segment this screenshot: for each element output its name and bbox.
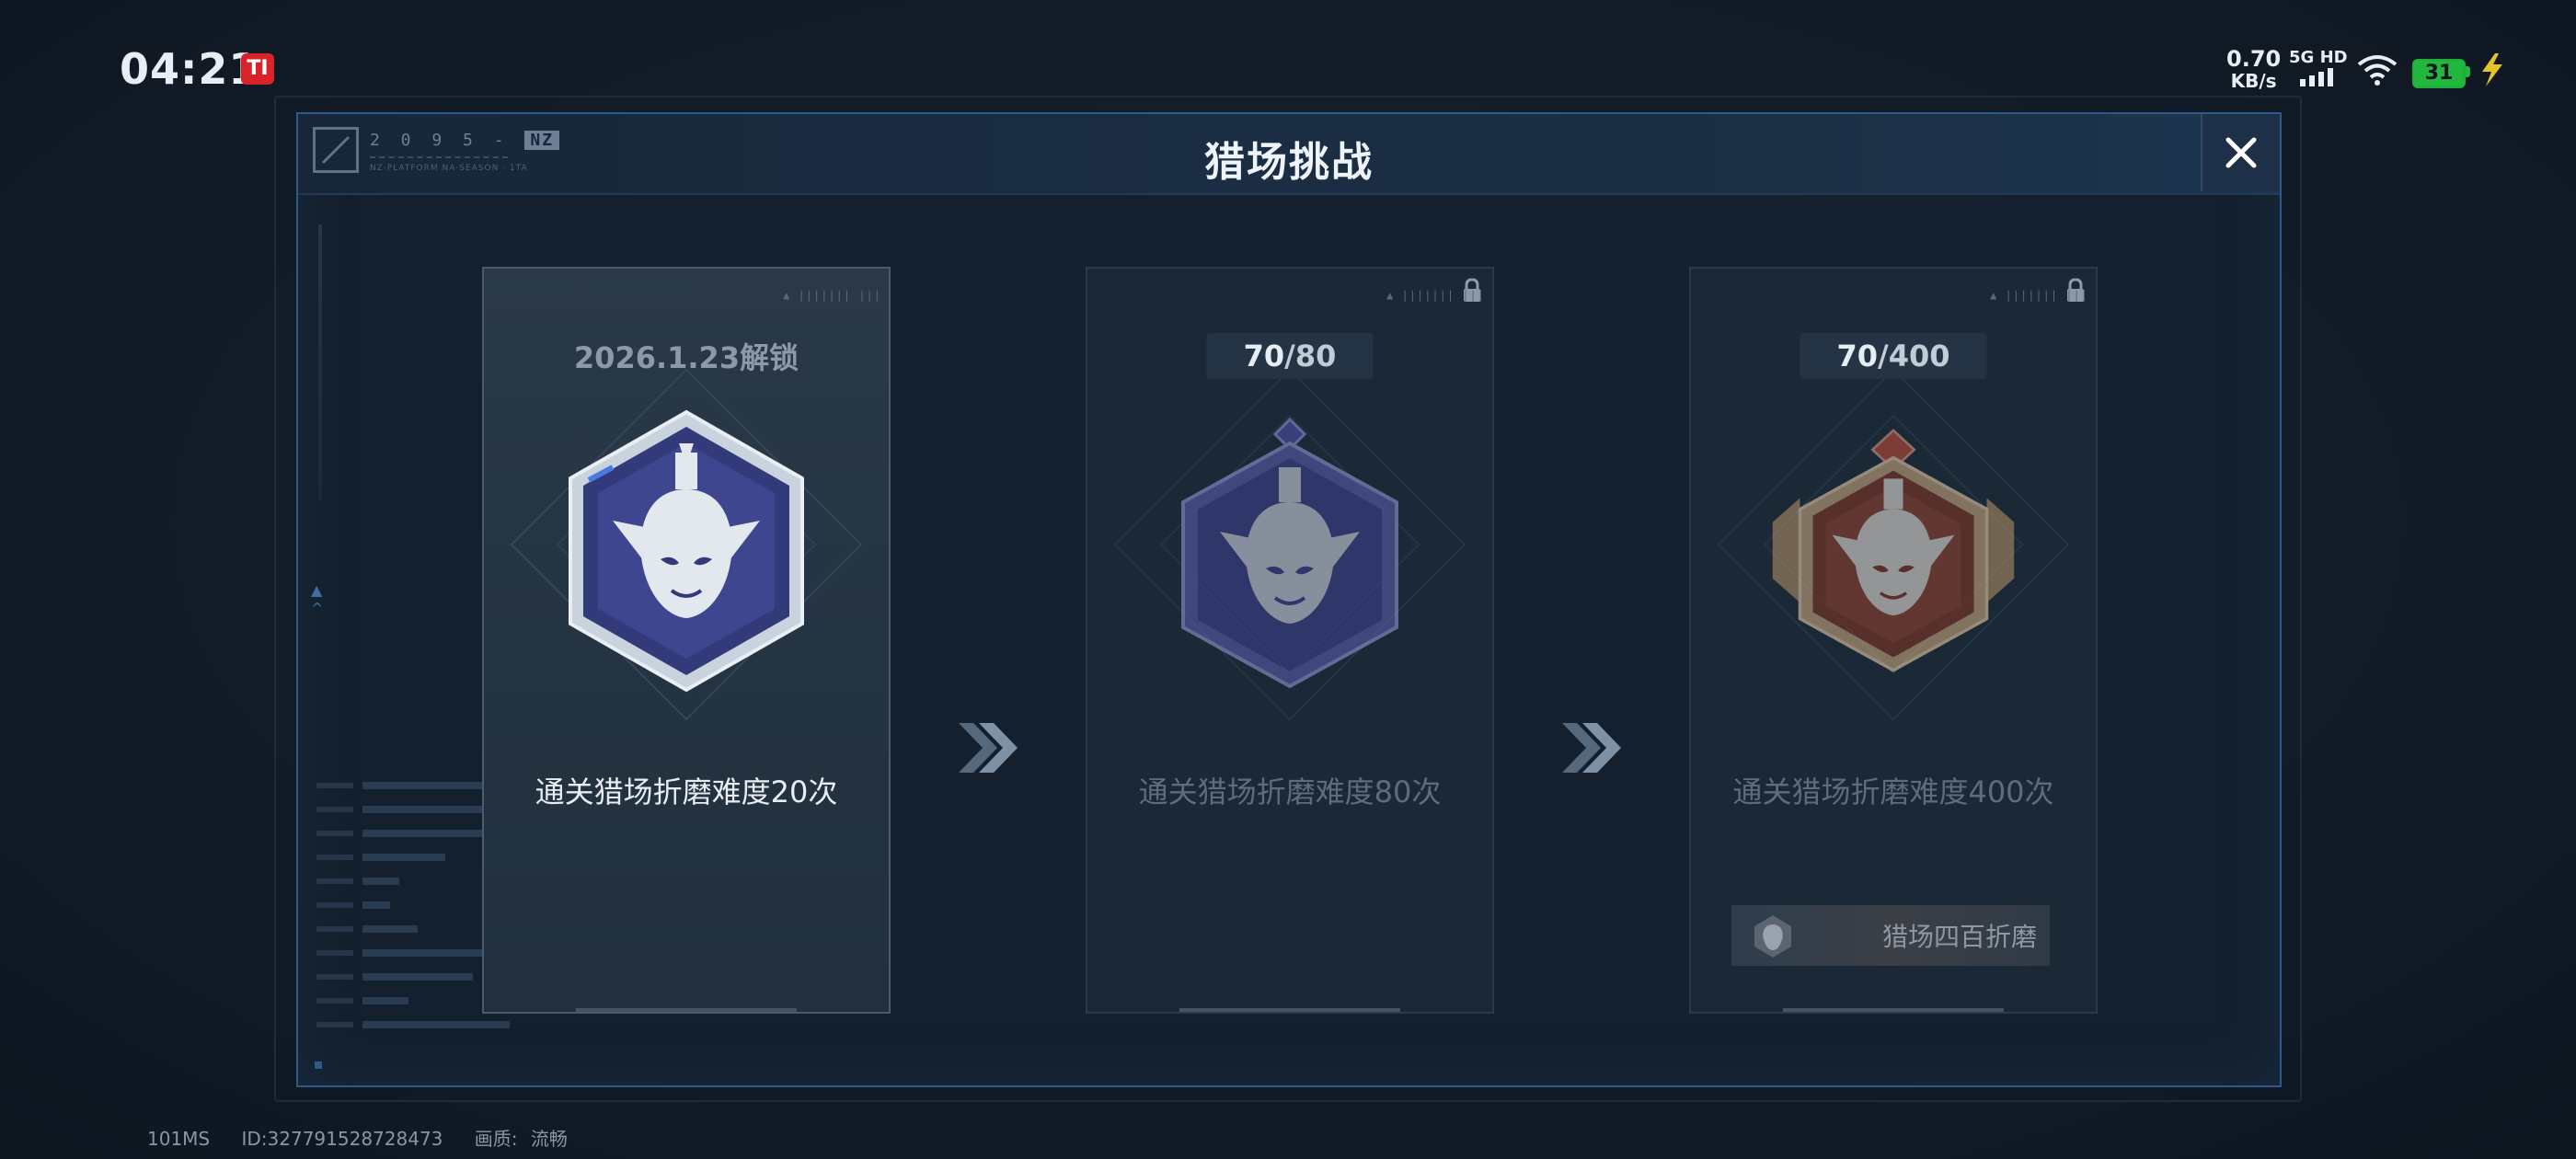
reward-label: 猎场四百折磨: [1881, 922, 2037, 952]
wifi-icon: [2357, 55, 2398, 86]
side-deco-square: [315, 1061, 322, 1069]
progress-current: 70: [1836, 339, 1879, 373]
progress-current: 70: [1243, 339, 1285, 373]
progress-total: /80: [1284, 339, 1337, 373]
chevron-right-icon: [959, 723, 1018, 773]
hunter-badge-bronze-icon: [1772, 429, 2015, 672]
player-id: ID:327791528728473: [241, 1128, 443, 1150]
card-tag: ▲ ||||||| |||: [1386, 289, 1485, 302]
footer-info: 101MS ID:327791528728473 画质: 流畅: [147, 1124, 593, 1151]
card-description: 通关猎场折磨难度20次: [535, 775, 838, 809]
network-speed: 0.70 KB/s: [2226, 48, 2281, 92]
quality-value: 流畅: [530, 1128, 568, 1150]
panel-header: 2 0 9 5 - NZ NZ·PLATFORM NA·SEASON · 1TA…: [298, 114, 2280, 195]
card-bottom-bar: [1179, 1008, 1400, 1012]
hunt-challenge-panel: 2 0 9 5 - NZ NZ·PLATFORM NA·SEASON · 1TA…: [296, 112, 2282, 1087]
reward-thumb-icon: [1731, 905, 1814, 966]
battery-indicator: 31: [2412, 59, 2466, 88]
card-bottom-bar: [576, 1008, 797, 1012]
side-deco-line: [318, 224, 322, 500]
tier-card-1[interactable]: ▲ ||||||| ||| 2026.1.23解锁 通关猎场折磨难度20次: [482, 267, 891, 1014]
status-time: 04:21: [120, 44, 259, 94]
battery-tip: [2466, 66, 2470, 77]
side-deco-arrows: ▲ ^: [311, 581, 324, 617]
unlock-date: 2026.1.23解锁: [573, 340, 799, 375]
charging-bolt-icon: [2482, 53, 2502, 86]
hunter-badge-icon: [569, 409, 804, 693]
page-title: 猎场挑战: [1204, 139, 1374, 186]
signal-icon: [2300, 68, 2333, 86]
progress-total: /400: [1878, 339, 1950, 373]
reward-title-banner[interactable]: 猎场四百折磨: [1731, 905, 2050, 966]
app-notification-icon: TI: [241, 53, 274, 85]
hunter-badge-icon: [1181, 417, 1398, 689]
card-description: 通关猎场折磨难度80次: [1138, 775, 1442, 809]
tier-card-3[interactable]: ▲ ||||||| ||| 70/400 通关猎场折磨难度400次 猎场四百折磨: [1689, 267, 2098, 1014]
network-type: 5G HD: [2289, 48, 2348, 67]
progress-counter: 70/80: [1206, 333, 1374, 379]
network-speed-value: 0.70: [2226, 46, 2282, 72]
chevron-right-icon: [1562, 723, 1621, 773]
quality-label: 画质:: [474, 1128, 518, 1150]
close-button[interactable]: [2201, 114, 2280, 191]
card-tag: ▲ ||||||| |||: [1990, 289, 2088, 302]
card-bottom-bar: [1783, 1008, 2004, 1012]
latency-readout: 101MS: [147, 1128, 211, 1150]
close-icon: [2225, 137, 2257, 168]
card-description: 通关猎场折磨难度400次: [1732, 775, 2054, 809]
tier-card-2[interactable]: ▲ ||||||| ||| 70/80 通关猎场折磨难度80次: [1086, 267, 1494, 1014]
progress-counter: 70/400: [1800, 333, 1987, 379]
card-tag: ▲ ||||||| |||: [783, 289, 881, 302]
network-speed-unit: KB/s: [2230, 70, 2277, 92]
